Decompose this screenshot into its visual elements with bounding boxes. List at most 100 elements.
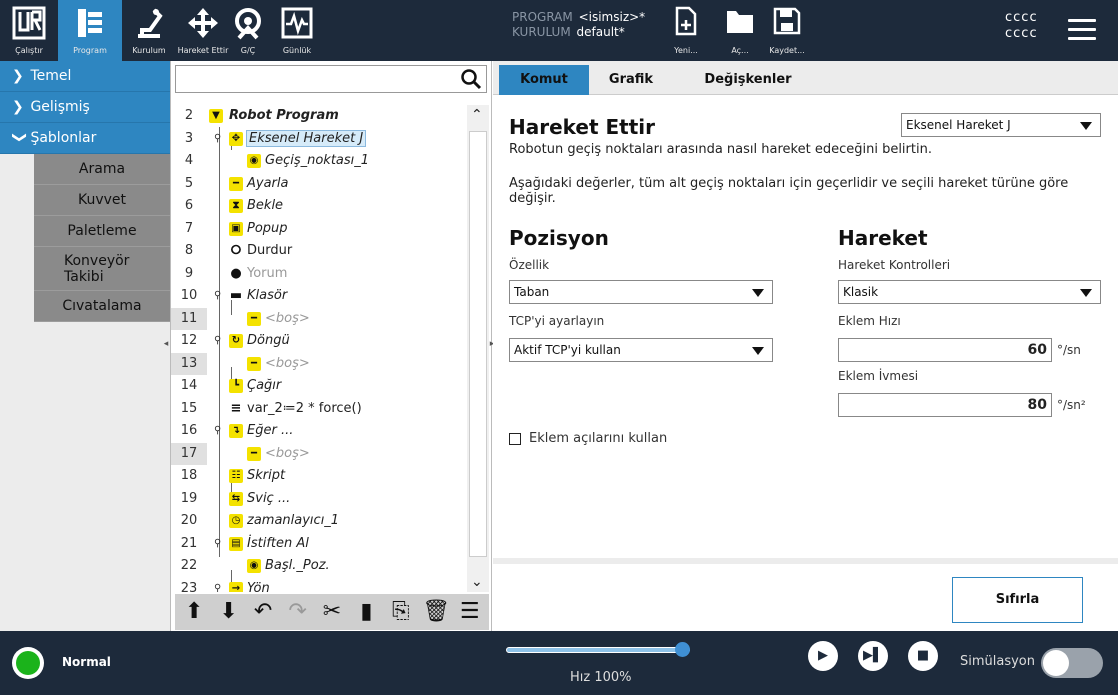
hamburger-menu-icon[interactable] (1068, 19, 1096, 41)
program-tab-button[interactable]: Program (58, 0, 122, 61)
tree-row[interactable]: 4 ◉ Geçiş_noktası_1 (171, 150, 467, 173)
tree-row[interactable]: 13 ━ <boş> (171, 352, 467, 375)
tree-row[interactable]: 14 ┗ Çağır (171, 375, 467, 398)
expand-pin-icon[interactable]: ⚲ (214, 420, 221, 443)
tree-row[interactable]: 23 ⚲ → Yön (171, 578, 467, 593)
move-tab-button[interactable]: Hareket Ettir (176, 0, 230, 61)
controller-select[interactable]: Klasik (838, 280, 1101, 304)
tree-row[interactable]: 16 ⚲ ↴ Eğer ... (171, 420, 467, 443)
template-screwdriving[interactable]: Cıvatalama (34, 291, 170, 322)
reset-button[interactable]: Sıfırla (952, 577, 1083, 623)
template-conveyor-tracking[interactable]: Konveyör Takibi (34, 247, 170, 291)
tree-row[interactable]: 22 ◉ Başl._Poz. (171, 555, 467, 578)
line-number: 5 (184, 175, 194, 191)
nav-group-basic[interactable]: ❯ Temel (0, 61, 170, 92)
program-tree: 2 ▼ Robot Program 3 ⚲ ✥ Eksenel Hareket J 4 ◉ G… (171, 105, 467, 592)
tree-scrollbar[interactable]: ⌃ ⌄ (467, 105, 489, 592)
undo-icon[interactable]: ↶ (250, 599, 276, 625)
stop-icon[interactable]: ■ (908, 641, 938, 671)
expand-pin-icon[interactable]: ⚲ (214, 330, 221, 353)
status-indicator-icon[interactable] (12, 647, 44, 679)
scroll-up-icon[interactable]: ⌃ (471, 107, 483, 123)
set-icon: ━ (229, 176, 243, 191)
tree-row[interactable]: 20 ◷ zamanlayıcı_1 (171, 510, 467, 533)
comment-icon: ● (230, 265, 242, 281)
log-tab-label: Günlük (282, 46, 312, 55)
template-force[interactable]: Kuvvet (34, 185, 170, 216)
tree-row[interactable]: 19 ⇆ Sviç ... (171, 488, 467, 511)
nav-group-templates[interactable]: ❯ Şablonlar (0, 123, 170, 154)
expand-pin-icon[interactable]: ⚲ (214, 533, 221, 556)
log-tab-button[interactable]: Günlük (270, 0, 324, 61)
tree-search-input[interactable] (175, 65, 487, 93)
step-icon[interactable]: ▶▌ (858, 641, 888, 671)
open-button[interactable]: Aç... (718, 0, 762, 61)
new-button[interactable]: Yeni... (664, 0, 708, 61)
tree-row[interactable]: 18 ☷ Skript (171, 465, 467, 488)
tree-row[interactable]: 7 ▣ Popup (171, 218, 467, 241)
move-up-icon[interactable]: ⬆ (181, 599, 207, 625)
tree-row[interactable]: 2 ▼ Robot Program (171, 105, 467, 128)
tree-row[interactable]: 8 ⭘ Durdur (171, 240, 467, 263)
tree-row[interactable]: 6 ⧗ Bekle (171, 195, 467, 218)
expand-pin-icon[interactable]: ⚲ (214, 128, 221, 151)
tree-row[interactable]: 9 ● Yorum (171, 263, 467, 286)
delete-icon[interactable]: 🗑 (422, 599, 450, 625)
feature-select[interactable]: Taban (509, 280, 773, 304)
tree-row[interactable]: 3 ⚲ ✥ Eksenel Hareket J (171, 128, 467, 151)
program-name: <isimsiz>* (578, 10, 646, 24)
scroll-down-icon[interactable]: ⌄ (471, 574, 483, 590)
scroll-thumb[interactable] (469, 131, 487, 557)
tab-graphics[interactable]: Grafik (591, 65, 671, 95)
tab-variables[interactable]: Değişkenler (693, 65, 803, 95)
joint-speed-input[interactable]: 60 (838, 338, 1052, 362)
tab-command[interactable]: Komut (499, 65, 589, 95)
tree-row[interactable]: 10 ⚲ ▬ Klasör (171, 285, 467, 308)
collapse-left-icon[interactable]: ◂ (161, 337, 171, 351)
joint-speed-unit: °/sn (1057, 343, 1081, 357)
line-number: 15 (180, 400, 198, 416)
copy-icon[interactable]: ▮ (353, 599, 379, 625)
paste-icon[interactable]: ⎘ (388, 599, 414, 625)
line-number: 7 (184, 220, 194, 236)
search-icon[interactable] (460, 68, 482, 90)
joint-angles-checkbox[interactable] (509, 433, 521, 445)
tree-row[interactable]: 11 ━ <boş> (171, 307, 467, 330)
tree-label: Sviç ... (247, 490, 291, 506)
installation-tab-button[interactable]: Kurulum (122, 0, 176, 61)
nav-group-advanced[interactable]: ❯ Gelişmiş (0, 92, 170, 123)
tree-label: <boş> (265, 310, 310, 326)
template-search[interactable]: Arama (34, 154, 170, 185)
tree-row[interactable]: 17 ━ <boş> (171, 442, 467, 465)
line-number: 12 (180, 333, 198, 348)
template-palletizing[interactable]: Paletleme (34, 216, 170, 247)
left-navigation: ❯ Temel ❯ Gelişmiş ❯ Şablonlar Arama Kuv… (0, 61, 170, 631)
suppress-icon[interactable]: ☰ (457, 599, 483, 625)
speed-slider-track[interactable] (506, 647, 690, 653)
move-down-icon[interactable]: ⬇ (216, 599, 242, 625)
tcp-select[interactable]: Aktif TCP'yi kullan (509, 338, 773, 362)
play-icon[interactable]: ▶ (808, 641, 838, 671)
expand-pin-icon[interactable]: ⚲ (214, 285, 221, 308)
expand-pin-icon[interactable]: ⚲ (214, 578, 221, 593)
program-icon (78, 9, 102, 37)
tree-row[interactable]: 12 ⚲ ↻ Döngü (171, 330, 467, 353)
log-icon (281, 7, 313, 39)
nav-group-label: Gelişmiş (30, 99, 90, 115)
redo-icon[interactable]: ↷ (285, 599, 311, 625)
cut-icon[interactable]: ✂ (319, 599, 345, 625)
line-number: 10 (180, 288, 198, 303)
tree-row[interactable]: 5 ━ Ayarla (171, 173, 467, 196)
joint-accel-input[interactable]: 80 (838, 393, 1052, 417)
simulation-toggle[interactable] (1041, 648, 1103, 678)
io-tab-button[interactable]: G/Ç (226, 0, 270, 61)
triangle-down-icon[interactable]: ▼ (209, 109, 223, 123)
run-tab-button[interactable]: Çalıştır (0, 0, 58, 61)
move-type-select[interactable]: Eksenel Hareket J (901, 113, 1101, 137)
speed-slider-knob[interactable] (675, 642, 690, 657)
tab-bar: Komut Grafik Değişkenler (493, 61, 1118, 95)
save-button[interactable]: Kaydet... (762, 0, 812, 61)
feature-label: Özellik (509, 258, 550, 272)
tree-row[interactable]: 15 ≡ var_2≔2 * force() (171, 398, 467, 421)
tree-row[interactable]: 21 ⚲ ▤ İstiften Al (171, 533, 467, 556)
